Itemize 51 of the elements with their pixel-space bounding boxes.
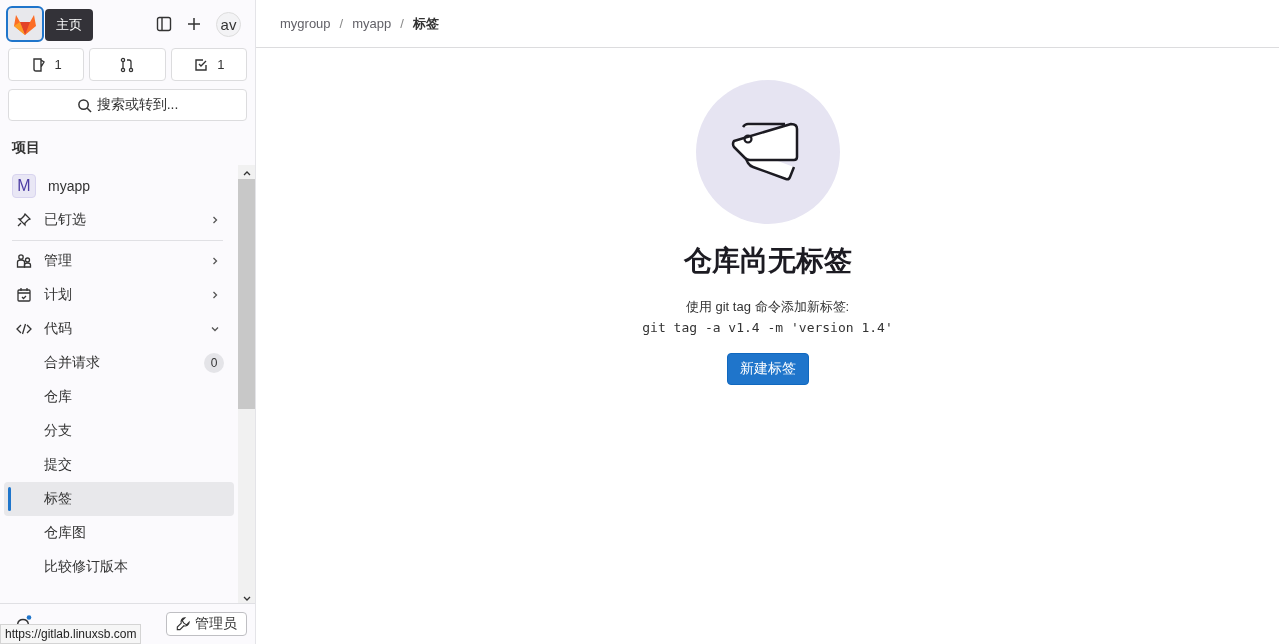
new-tag-button[interactable]: 新建标签 bbox=[726, 353, 809, 385]
nav-item[interactable]: 管理 bbox=[4, 244, 234, 278]
todos-button[interactable]: 1 bbox=[170, 48, 247, 81]
nav-subitem[interactable]: 合并请求 0 bbox=[4, 346, 234, 380]
scrollbar[interactable] bbox=[238, 165, 255, 603]
chevron-right-icon bbox=[210, 290, 220, 300]
nav-item[interactable]: 计划 bbox=[4, 278, 234, 312]
nav-subitem[interactable]: 分支 bbox=[4, 414, 234, 448]
pin-icon bbox=[16, 212, 32, 228]
help-icon[interactable] bbox=[16, 615, 32, 627]
nav-subitem[interactable]: 提交 bbox=[4, 448, 234, 482]
issue-icon bbox=[30, 56, 47, 73]
user-avatar[interactable]: av bbox=[216, 11, 241, 37]
breadcrumb-link[interactable]: myapp bbox=[352, 16, 392, 31]
admin-button[interactable]: 管理员 bbox=[166, 612, 247, 636]
empty-state-title: 仓库尚无标签 bbox=[683, 244, 852, 278]
merge-request-icon bbox=[119, 56, 136, 73]
count-badge: 0 bbox=[204, 353, 224, 373]
status-url: https://gitlab.linuxsb.com bbox=[0, 624, 142, 644]
breadcrumb-separator: / bbox=[339, 16, 344, 31]
search-icon bbox=[76, 97, 92, 113]
scroll-up-icon[interactable] bbox=[241, 169, 252, 177]
wrench-icon bbox=[176, 617, 190, 631]
code-icon bbox=[16, 321, 32, 337]
nav-subitem[interactable]: 标签 bbox=[4, 482, 234, 516]
fox-logo-icon bbox=[13, 13, 37, 35]
chevron-down-icon bbox=[210, 324, 220, 334]
plus-icon[interactable] bbox=[186, 16, 202, 32]
checkbox-icon bbox=[193, 56, 210, 73]
chevron-right-icon bbox=[210, 215, 220, 225]
tooltip: 主页 bbox=[45, 9, 93, 41]
nav-item[interactable]: 已钉选 bbox=[4, 203, 234, 237]
command-text: git tag -a v1.4 -m 'version 1.4' bbox=[642, 320, 893, 335]
merge-requests-button[interactable] bbox=[89, 48, 166, 81]
sidebar-toggle-icon[interactable] bbox=[156, 16, 172, 32]
people-icon bbox=[16, 253, 32, 269]
calendar-icon bbox=[16, 287, 32, 303]
nav-subitem[interactable]: 比较修订版本 bbox=[4, 550, 234, 584]
nav-item[interactable]: 代码 bbox=[4, 312, 234, 346]
nav-subitem[interactable]: 仓库 bbox=[4, 380, 234, 414]
issues-button[interactable]: 1 bbox=[8, 48, 85, 81]
chevron-right-icon bbox=[210, 256, 220, 266]
breadcrumb-link[interactable]: 标签 bbox=[412, 14, 439, 33]
nav-subitem[interactable]: 仓库图 bbox=[4, 516, 234, 550]
gitlab-logo-button[interactable] bbox=[6, 6, 44, 42]
scroll-down-icon[interactable] bbox=[241, 595, 252, 603]
search-button[interactable]: 搜索或转到... bbox=[8, 89, 247, 121]
breadcrumb-separator: / bbox=[400, 16, 404, 31]
empty-state-description: 使用 git tag 命令添加新标签: bbox=[685, 298, 850, 316]
breadcrumb-link[interactable]: mygroup bbox=[280, 16, 331, 31]
project-link[interactable]: M myapp bbox=[4, 169, 234, 203]
